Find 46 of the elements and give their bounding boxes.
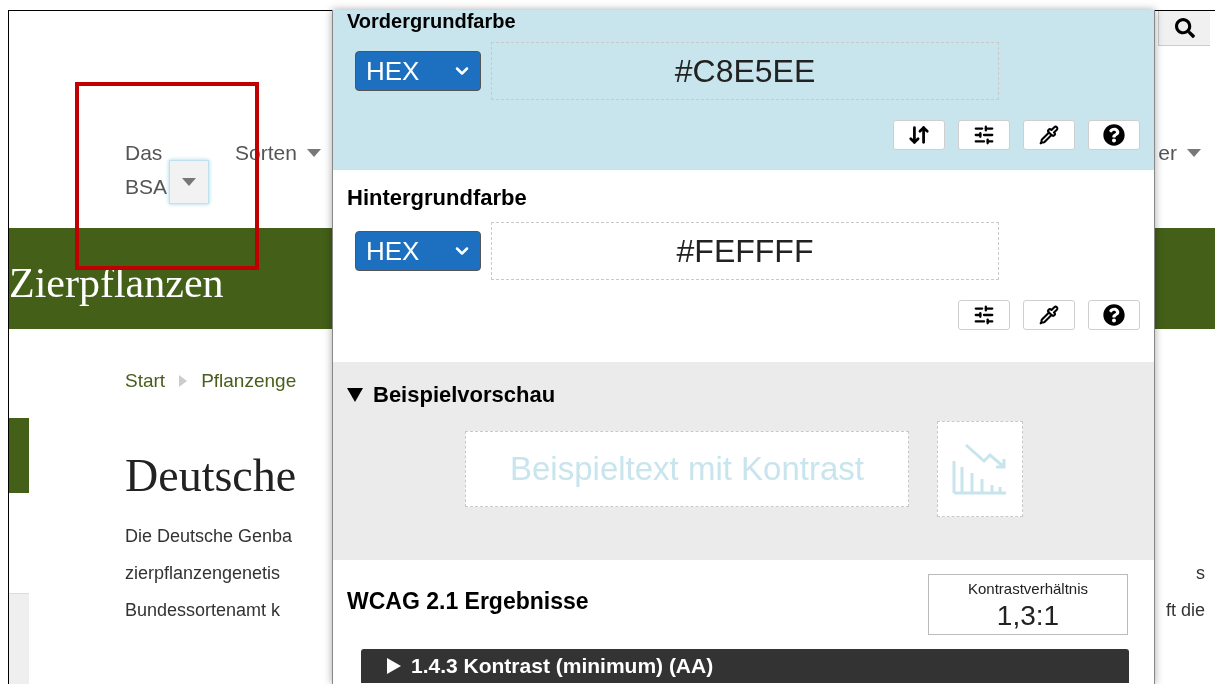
caret-icon	[182, 178, 196, 186]
caret-icon	[306, 149, 321, 157]
banner-title: Zierpflanzen	[9, 259, 224, 308]
page-heading: Deutsche	[125, 448, 297, 503]
color-value-field[interactable]: #FEFFFF	[491, 222, 999, 280]
swap-button[interactable]	[893, 120, 945, 150]
search-button[interactable]	[1158, 11, 1210, 46]
triangle-down-icon	[347, 387, 363, 402]
breadcrumb-link[interactable]: Start	[125, 367, 166, 396]
section-heading: Hintergrundfarbe	[347, 184, 528, 212]
sliders-icon	[973, 124, 995, 146]
criterion-toggle[interactable]: 1.4.3 Kontrast (minimum) (AA)	[361, 649, 1129, 683]
sliders-icon	[973, 304, 995, 326]
section-heading: Vordergrundfarbe	[347, 10, 517, 32]
nav-link[interactable]: Das BSA	[125, 136, 169, 204]
color-value-field[interactable]: #C8E5EE	[491, 42, 999, 100]
help-button[interactable]	[1088, 300, 1140, 330]
ratio-label: Kontrastverhältnis	[967, 579, 1089, 600]
eyedropper-icon	[1039, 305, 1059, 325]
dropdown-caret[interactable]	[169, 160, 209, 204]
format-select[interactable]: HEX	[355, 51, 481, 91]
triangle-right-icon	[387, 658, 401, 674]
ratio-value: 1,3:1	[996, 600, 1060, 631]
paragraph-text: s	[1196, 561, 1205, 585]
format-select[interactable]: HEX	[355, 231, 481, 271]
adjust-button[interactable]	[958, 300, 1010, 330]
eyedropper-icon	[1039, 125, 1059, 145]
preview-toggle[interactable]: Beispielvorschau	[347, 378, 556, 411]
breadcrumb-link[interactable]: Pflanzenge	[201, 367, 297, 396]
paragraph-text: Die Deutsche Genba	[125, 524, 293, 548]
caret-icon	[1187, 149, 1201, 157]
swap-arrows-icon	[908, 124, 930, 146]
results-heading: WCAG 2.1 Ergebnisse	[347, 587, 589, 616]
search-icon	[1174, 18, 1195, 38]
adjust-button[interactable]	[958, 120, 1010, 150]
help-button[interactable]	[1088, 120, 1140, 150]
help-icon	[1103, 124, 1125, 146]
help-icon	[1103, 304, 1125, 326]
paragraph-text: ft die	[1165, 598, 1205, 622]
paragraph-text: zierpflanzengenetis	[125, 561, 281, 585]
eyedropper-button[interactable]	[1023, 300, 1075, 330]
nav-link[interactable]: er	[1158, 136, 1177, 170]
breadcrumb-separator-icon	[179, 375, 188, 388]
eyedropper-button[interactable]	[1023, 120, 1075, 150]
declining-chart-icon	[952, 443, 1008, 495]
paragraph-text: Bundessortenamt k	[125, 598, 281, 622]
